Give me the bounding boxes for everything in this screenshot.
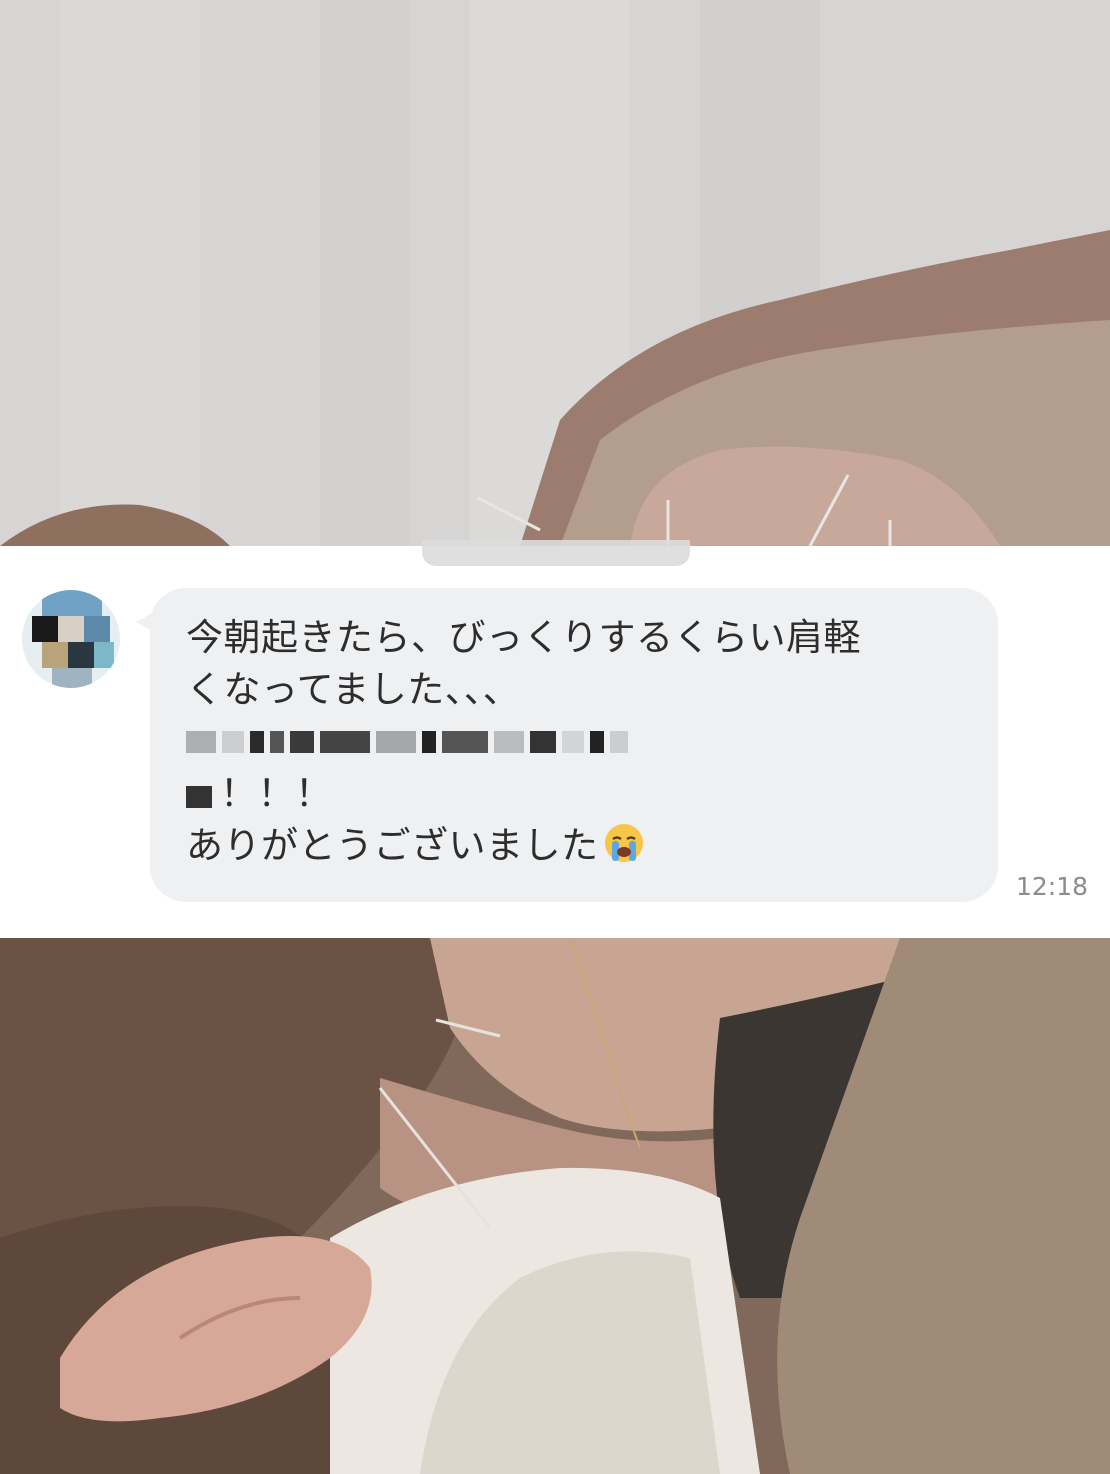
photo-bottom bbox=[0, 938, 1110, 1474]
thanks-text: ありがとうございました bbox=[186, 824, 599, 867]
exclamations: ！！！ bbox=[220, 772, 333, 815]
crying-face-icon bbox=[604, 824, 643, 862]
back-treatment-photo bbox=[0, 0, 1110, 546]
avatar[interactable] bbox=[22, 590, 120, 688]
neck-treatment-photo bbox=[0, 938, 1110, 1474]
message-line-2: くなってました、、、 bbox=[186, 668, 521, 711]
message-line-3-redacted bbox=[186, 716, 962, 768]
message-line-5: ありがとうございました bbox=[186, 820, 962, 872]
photo-top bbox=[0, 0, 1110, 546]
message-line-4: ！！！ bbox=[186, 768, 962, 820]
pixelated-avatar-icon bbox=[22, 590, 120, 688]
message-timestamp: 12:18 bbox=[1016, 872, 1089, 901]
message-bubble[interactable]: 今朝起きたら、びっくりするくらい肩軽 くなってました、、、 ！！！ ありがとうご… bbox=[150, 588, 998, 902]
chat-strip: 今朝起きたら、びっくりするくらい肩軽 くなってました、、、 ！！！ ありがとうご… bbox=[0, 540, 1110, 938]
redacted-glyph bbox=[186, 786, 212, 808]
message-line-1: 今朝起きたら、びっくりするくらい肩軽 bbox=[186, 616, 861, 659]
date-pill bbox=[422, 540, 690, 566]
